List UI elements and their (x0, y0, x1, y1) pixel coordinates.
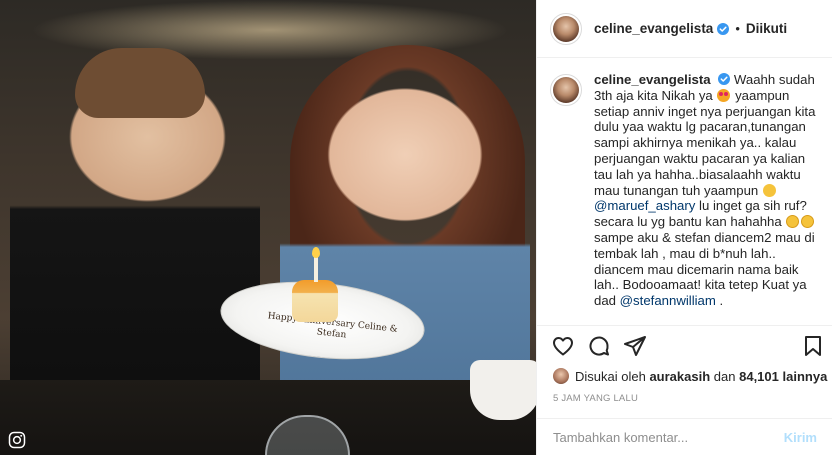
photo-candle-flame (312, 247, 320, 258)
instagram-glyph-icon (8, 431, 26, 449)
caption-verified-icon (718, 73, 731, 85)
rofl-emoji-icon-1 (786, 215, 800, 229)
photo-cake (292, 280, 338, 322)
sad-face-emoji-icon (762, 183, 776, 197)
mention-link-1[interactable]: @maruef_ashary (594, 198, 695, 213)
caption-part-2: yaampun setiap anniv inget nya perjuanga… (594, 87, 816, 198)
heart-icon[interactable] (551, 334, 575, 358)
caption-block: celine_evangelista Waahh sudah 3th aja k… (537, 72, 832, 324)
likes-count-link[interactable]: 84,101 (739, 369, 779, 384)
post-timestamp[interactable]: 5 JAM YANG LALU (553, 393, 638, 404)
bookmark-icon[interactable] (801, 334, 825, 358)
header-separator: • (735, 21, 740, 36)
follow-status-button[interactable]: Diikuti (746, 21, 787, 36)
comment-bar: Kirim (537, 418, 832, 455)
comment-input[interactable] (553, 429, 784, 445)
liker-avatar[interactable] (553, 368, 569, 384)
caption-text: celine_evangelista Waahh sudah 3th aja k… (594, 72, 820, 324)
caption-username[interactable]: celine_evangelista (594, 72, 711, 87)
likes-summary: Disukai oleh aurakasih dan 84,101 lainny… (553, 368, 827, 384)
heart-eyes-emoji-icon (717, 88, 731, 102)
likes-user-link[interactable]: aurakasih (649, 369, 710, 384)
post-photo[interactable]: Happy Anniversary Celine & Stefan (0, 0, 536, 455)
likes-suffix[interactable]: lainnya (783, 369, 828, 384)
mention-link-2[interactable]: @stefannwilliam (620, 293, 716, 308)
post-comment-button[interactable]: Kirim (784, 430, 817, 445)
likes-connector: dan (713, 368, 736, 384)
caption-avatar[interactable] (550, 74, 582, 106)
share-icon[interactable] (623, 334, 647, 358)
post-header: celine_evangelista • Diikuti (537, 0, 832, 58)
caption-part-5: . (715, 293, 724, 309)
photo-candle (314, 256, 318, 282)
comment-icon[interactable] (587, 334, 611, 358)
post-sidebar: celine_evangelista • Diikuti celine_evan… (536, 0, 832, 455)
photo-teacup (470, 360, 536, 420)
author-username[interactable]: celine_evangelista (594, 21, 713, 36)
author-avatar[interactable] (550, 12, 582, 45)
action-bar (537, 325, 832, 365)
photo-hair-left (75, 48, 205, 118)
verified-badge-icon (717, 22, 730, 35)
likes-prefix: Disukai oleh (575, 368, 646, 384)
rofl-emoji-icon-2 (801, 215, 815, 229)
